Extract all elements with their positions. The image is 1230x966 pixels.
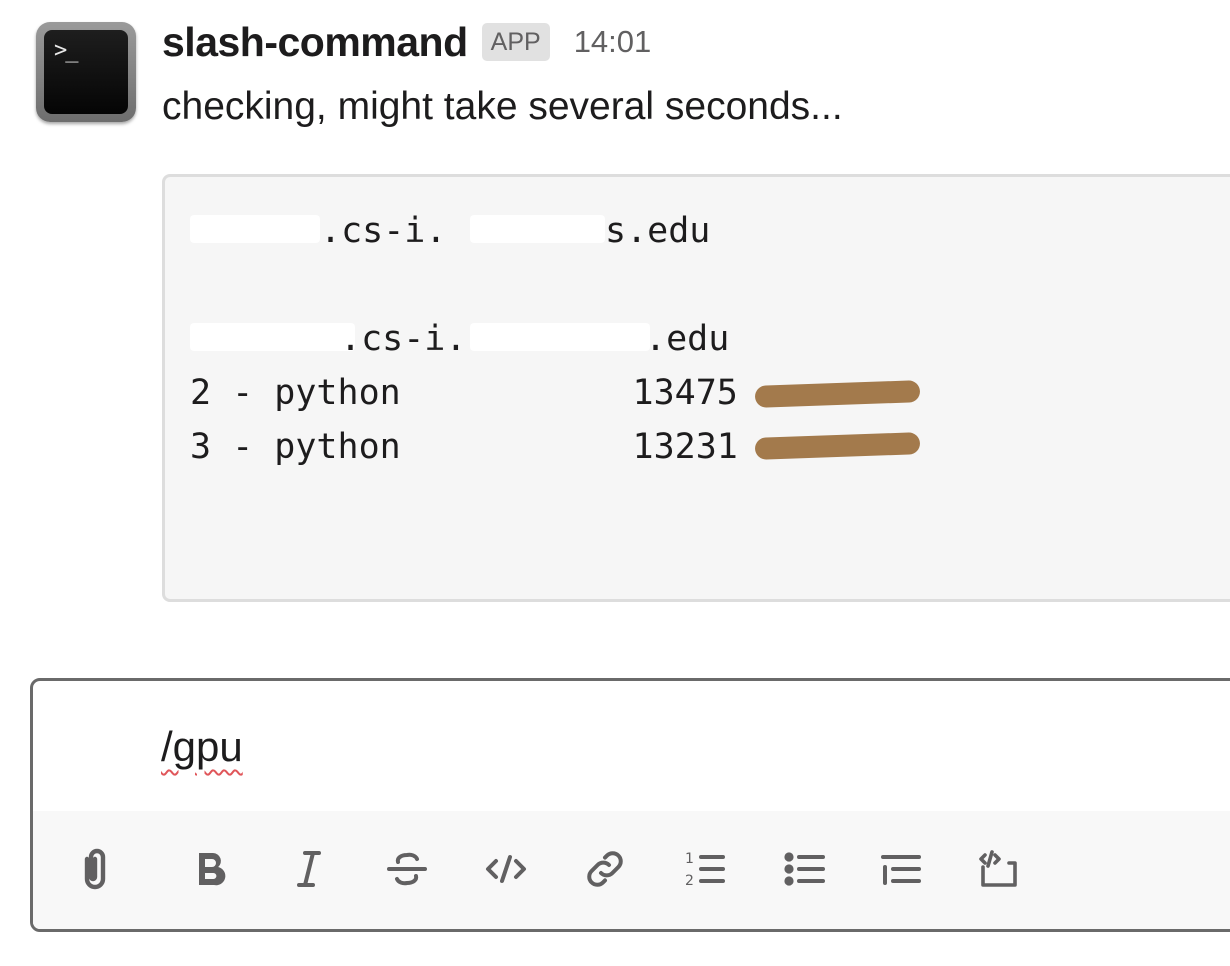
formatting-toolbar: 12: [33, 811, 1230, 929]
message-timestamp[interactable]: 14:01: [574, 24, 652, 60]
code-block: .cs-i. s.edu .cs-i. .edu 2 - python 1347…: [162, 174, 1230, 602]
svg-text:2: 2: [685, 873, 694, 889]
redaction: [190, 323, 355, 351]
code-line: .cs-i.: [340, 319, 467, 359]
redaction-scribble: [754, 432, 921, 460]
code-icon[interactable]: [476, 839, 536, 899]
message-text: checking, might take several seconds...: [162, 85, 843, 128]
blockquote-icon[interactable]: [871, 839, 931, 899]
redaction: [470, 215, 605, 243]
bulleted-list-icon[interactable]: [775, 839, 835, 899]
sender-name[interactable]: slash-command: [162, 19, 468, 66]
strikethrough-icon[interactable]: [377, 839, 437, 899]
terminal-icon: >_: [44, 30, 128, 114]
bold-icon[interactable]: [181, 839, 241, 899]
message-composer[interactable]: /gpu 12: [30, 678, 1230, 932]
code-line: .cs-i.: [320, 211, 447, 251]
message-input[interactable]: /gpu: [161, 719, 243, 775]
link-icon[interactable]: [575, 839, 635, 899]
ordered-list-icon[interactable]: 12: [675, 839, 735, 899]
code-line: 3 - python 13231: [190, 427, 738, 467]
message-header: slash-command APP 14:01: [162, 14, 651, 70]
code-line: .edu: [645, 319, 730, 359]
code-line: 2 - python 13475: [190, 373, 738, 413]
code-line: s.edu: [605, 211, 711, 251]
avatar[interactable]: >_: [36, 22, 136, 122]
code-block-icon[interactable]: [969, 839, 1029, 899]
composer-text: /gpu: [161, 723, 243, 770]
redaction: [470, 323, 650, 351]
avatar-glyph: >_: [54, 38, 78, 63]
redaction-scribble: [754, 380, 921, 408]
app-badge: APP: [481, 23, 550, 61]
italic-icon[interactable]: [279, 839, 339, 899]
redaction: [190, 215, 320, 243]
attach-icon[interactable]: [65, 839, 125, 899]
svg-text:1: 1: [685, 851, 694, 867]
